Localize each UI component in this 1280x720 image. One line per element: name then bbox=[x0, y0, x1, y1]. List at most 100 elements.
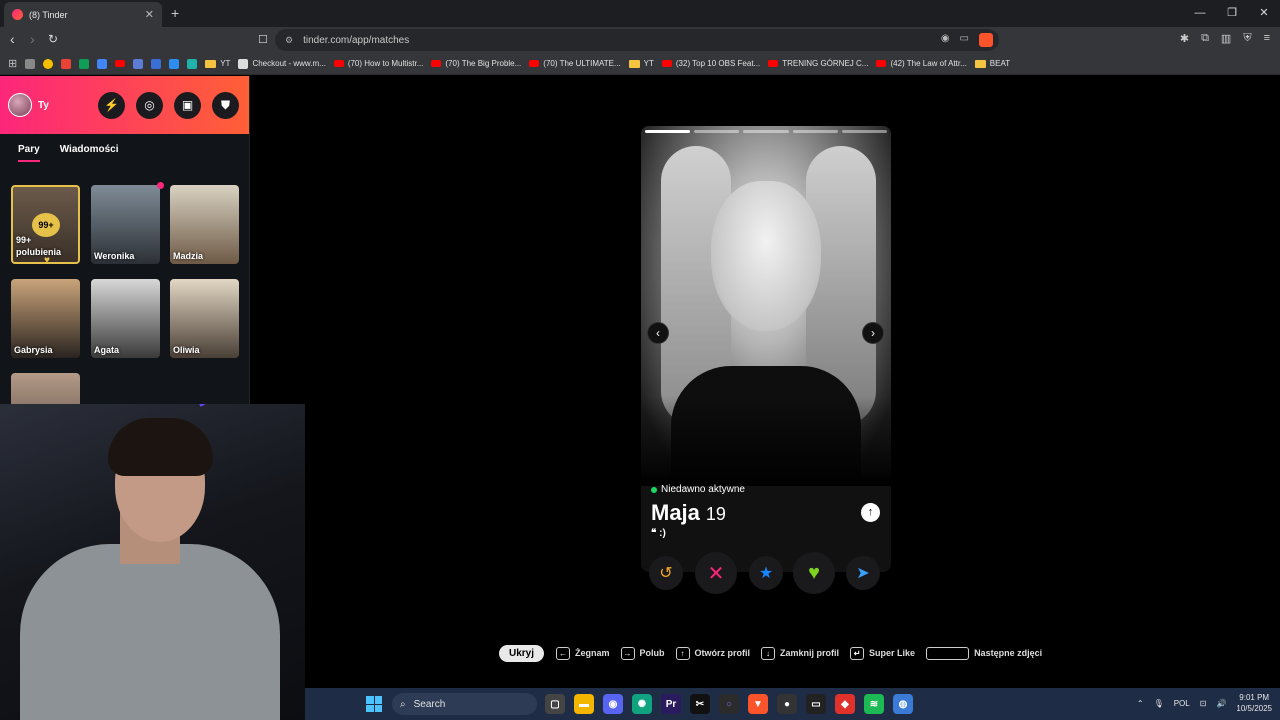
match-card[interactable]: Agata bbox=[91, 279, 160, 358]
close-window-icon[interactable]: ✕ bbox=[1248, 0, 1280, 27]
app-icon[interactable]: ◆ bbox=[835, 694, 855, 714]
like-button[interactable]: ♥ bbox=[793, 552, 835, 594]
taskbar-search[interactable]: ⌕ Search bbox=[392, 693, 537, 715]
user-name[interactable]: Ty bbox=[38, 100, 49, 111]
match-card[interactable]: Gabrysia bbox=[11, 279, 80, 358]
youtube-icon[interactable] bbox=[115, 60, 126, 67]
explore-icon[interactable]: ◎ bbox=[136, 91, 163, 119]
cast-icon[interactable]: ▭ bbox=[960, 33, 969, 47]
next-photo-icon[interactable]: › bbox=[862, 322, 884, 344]
location-icon[interactable]: ◉ bbox=[941, 33, 950, 47]
apps-icon[interactable]: ⊞ bbox=[8, 57, 17, 70]
nope-button[interactable]: ✕ bbox=[695, 552, 737, 594]
avatar[interactable] bbox=[8, 93, 32, 117]
extensions-icon[interactable]: ✱ bbox=[1180, 32, 1189, 45]
bookmark-item[interactable]: Checkout - www.m... bbox=[238, 58, 326, 69]
youtube-icon bbox=[333, 60, 344, 67]
bookmark-label: BEAT bbox=[989, 59, 1011, 68]
tinder-favicon-icon bbox=[12, 9, 23, 20]
open-profile-icon[interactable]: ↑ bbox=[861, 503, 880, 522]
bookmark-app-icon[interactable] bbox=[43, 58, 54, 69]
bookmark-item[interactable]: (70) The Big Proble... bbox=[431, 59, 521, 68]
app-icon[interactable]: ○ bbox=[719, 694, 739, 714]
capcut-icon[interactable]: ✂ bbox=[690, 694, 710, 714]
new-tab-icon[interactable]: + bbox=[171, 5, 179, 21]
drive-icon[interactable] bbox=[97, 58, 108, 69]
network-icon[interactable]: ⊡ bbox=[1200, 699, 1207, 708]
bookmark-item[interactable]: (70) The ULTIMATE... bbox=[529, 59, 621, 68]
microphone-icon[interactable]: 🎙 bbox=[1154, 699, 1164, 708]
tab-tinder[interactable]: (8) Tinder ✕ bbox=[4, 2, 162, 27]
forward-icon[interactable]: › bbox=[30, 31, 35, 47]
terminal-icon[interactable]: ▭ bbox=[806, 694, 826, 714]
bookmark-item[interactable]: (42) The Law of Attr... bbox=[876, 59, 967, 68]
reload-icon[interactable]: ↻ bbox=[48, 32, 58, 46]
photo-progress-segment[interactable] bbox=[645, 130, 691, 133]
enter-key-icon: ↵ bbox=[850, 646, 865, 660]
vpn-icon[interactable]: ⛨ bbox=[1243, 32, 1251, 45]
bookmark-item[interactable]: YT bbox=[628, 59, 654, 68]
spotify-icon[interactable]: ≋ bbox=[864, 694, 884, 714]
tab-search-icon[interactable]: ⧉ bbox=[1201, 32, 1209, 45]
brave-icon[interactable]: ▼ bbox=[748, 694, 768, 714]
boost-icon[interactable]: ⚡ bbox=[98, 91, 125, 119]
match-name: Agata bbox=[94, 345, 120, 355]
boost-button[interactable]: ➤ bbox=[846, 556, 880, 590]
photo-progress-segment[interactable] bbox=[694, 130, 740, 133]
match-card[interactable]: Madzia bbox=[170, 185, 239, 264]
obs-icon[interactable]: ● bbox=[777, 694, 797, 714]
close-tab-icon[interactable]: ✕ bbox=[145, 8, 154, 21]
match-card[interactable]: Oliwia bbox=[170, 279, 239, 358]
bookmark-app-icon[interactable] bbox=[133, 58, 144, 69]
likes-card[interactable]: 99+ 99+ polubienia ♥ bbox=[11, 185, 80, 264]
sheets-icon[interactable] bbox=[79, 58, 90, 69]
brave-shields-icon[interactable] bbox=[979, 33, 993, 47]
bookmark-item[interactable]: YT bbox=[205, 59, 230, 68]
up-key-icon: ↑ bbox=[675, 646, 690, 660]
super-like-button[interactable]: ★ bbox=[749, 556, 783, 590]
photo-progress-segment[interactable] bbox=[743, 130, 789, 133]
chatgpt-icon[interactable]: ✺ bbox=[632, 694, 652, 714]
bookmark-item[interactable]: (70) How to Multistr... bbox=[333, 59, 423, 68]
gmail-icon[interactable] bbox=[61, 58, 72, 69]
match-card[interactable]: Weronika bbox=[91, 185, 160, 264]
bookmark-app-icon[interactable] bbox=[187, 58, 198, 69]
photo-progress-segment[interactable] bbox=[841, 130, 888, 133]
premiere-icon[interactable]: Pr bbox=[661, 694, 681, 714]
discord-icon[interactable]: ◉ bbox=[603, 694, 623, 714]
rewind-button[interactable]: ↺ bbox=[649, 556, 683, 590]
profile-card[interactable]: ‹ › Niedawno aktywne Maja 19 ❝ :) ↑ bbox=[641, 126, 891, 572]
bookmark-item[interactable]: BEAT bbox=[974, 59, 1011, 68]
shield-icon[interactable]: ⛊ bbox=[212, 91, 239, 119]
site-info-icon[interactable]: ⚙ bbox=[285, 35, 293, 46]
bookmark-app-icon[interactable] bbox=[169, 58, 180, 69]
previous-photo-icon[interactable]: ‹ bbox=[647, 322, 669, 344]
address-bar[interactable]: ⚙ tinder.com/app/matches ◉ ▭ bbox=[275, 29, 999, 51]
back-icon[interactable]: ‹ bbox=[10, 31, 15, 47]
apple-icon[interactable] bbox=[25, 58, 36, 69]
task-view-icon[interactable]: ▢ bbox=[545, 694, 565, 714]
windows-start-icon[interactable] bbox=[366, 696, 382, 712]
bookmark-app-icon[interactable] bbox=[151, 58, 162, 69]
sidebar-toggle-icon[interactable]: ▥ bbox=[1221, 32, 1231, 45]
file-explorer-icon[interactable]: ▬ bbox=[574, 694, 594, 714]
clock-date: 10/5/2025 bbox=[1236, 704, 1272, 713]
chevron-up-icon[interactable]: ⌃ bbox=[1137, 699, 1144, 708]
hide-hints-button[interactable]: Ukryj bbox=[499, 644, 545, 662]
tab-matches[interactable]: Pary bbox=[18, 144, 40, 162]
globe-icon[interactable]: ◍ bbox=[893, 694, 913, 714]
bookmark-icon[interactable]: ☐ bbox=[258, 33, 268, 46]
restore-icon[interactable]: ❐ bbox=[1216, 0, 1248, 27]
volume-icon[interactable]: 🔊 bbox=[1216, 699, 1226, 708]
clock[interactable]: 9:01 PM 10/5/2025 bbox=[1236, 692, 1272, 714]
bookmark-item[interactable]: TRENING GÓRNEJ C... bbox=[768, 59, 868, 68]
menu-icon[interactable]: ≡ bbox=[1264, 32, 1270, 45]
language-indicator[interactable]: POL bbox=[1174, 699, 1190, 708]
photo-progress-segment[interactable] bbox=[792, 130, 838, 133]
minimize-icon[interactable]: — bbox=[1184, 0, 1216, 27]
match-name: Madzia bbox=[173, 251, 204, 261]
briefcase-icon[interactable]: ▣ bbox=[174, 91, 201, 119]
bookmark-item[interactable]: (32) Top 10 OBS Feat... bbox=[661, 59, 760, 68]
tab-messages[interactable]: Wiadomości bbox=[60, 144, 119, 162]
folder-icon bbox=[974, 59, 986, 68]
